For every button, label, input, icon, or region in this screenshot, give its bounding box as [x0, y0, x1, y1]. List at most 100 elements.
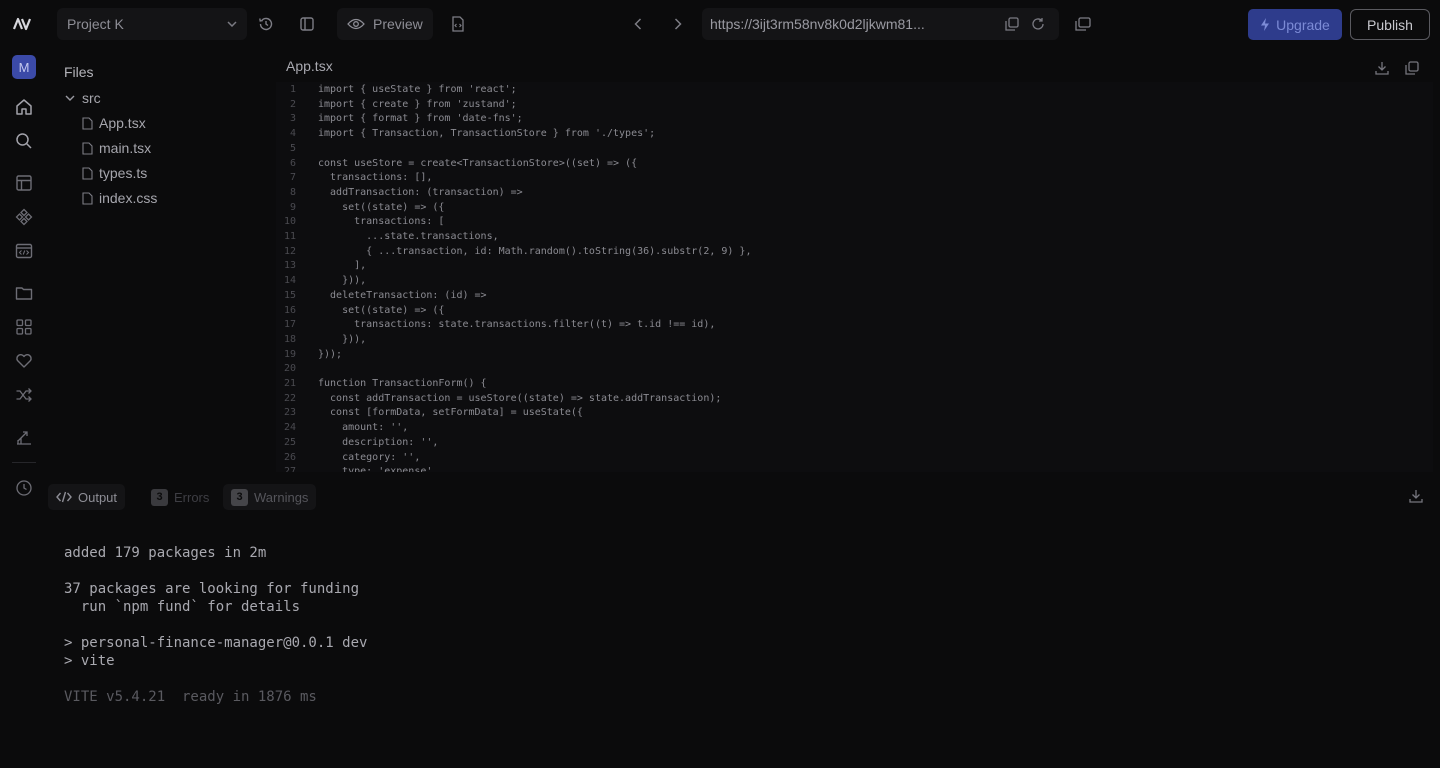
- line-number: 21: [283, 378, 296, 389]
- code-line: category: '',: [318, 451, 421, 463]
- url-text: https://3ijt3rm58nv8k0d2ljkwm81...: [710, 16, 925, 32]
- output-label: Output: [78, 489, 118, 505]
- terminal-line: VITE v5.4.21 ready in 1876 ms: [64, 689, 317, 705]
- back-arrow-icon[interactable]: [622, 8, 654, 40]
- publish-button[interactable]: Publish: [1350, 9, 1430, 40]
- preview-label: Preview: [373, 16, 423, 32]
- line-number: 7: [289, 172, 296, 184]
- code-line: import { format } from 'date-fns';: [318, 113, 523, 125]
- apps-grid-icon[interactable]: [12, 315, 36, 339]
- code-editor[interactable]: App.tsx 1 import { useState } from 'react…: [276, 56, 1433, 472]
- lightning-icon: [1260, 18, 1270, 31]
- file-name: index.css: [99, 190, 158, 206]
- refresh-icon[interactable]: [1025, 17, 1051, 31]
- search-icon[interactable]: [12, 129, 36, 153]
- line-number: 5: [289, 142, 296, 154]
- line-number: 11: [283, 231, 296, 242]
- shuffle-icon[interactable]: [12, 383, 36, 407]
- code-area[interactable]: 1 import { useState } from 'react'; 2 impor…: [276, 82, 1433, 472]
- forward-arrow-icon[interactable]: [662, 8, 694, 40]
- files-title: Files: [64, 64, 94, 80]
- code-line: transactions: [: [318, 216, 445, 228]
- line-number: 6: [289, 157, 296, 169]
- line-number: 8: [289, 186, 296, 198]
- folder-label: src: [82, 90, 101, 106]
- file-item[interactable]: types.ts: [82, 163, 147, 183]
- home-icon[interactable]: [12, 95, 36, 119]
- terminal-output: added 179 packages in 2m 37 packages are…: [64, 544, 367, 706]
- chevron-down-icon: [64, 92, 76, 104]
- file-icon: [82, 166, 93, 180]
- code-line: import { useState } from 'react';: [318, 84, 517, 95]
- code-line: set((state) => ({: [318, 304, 445, 316]
- table-icon[interactable]: [12, 171, 36, 195]
- line-number: 16: [283, 304, 296, 316]
- line-number: 22: [283, 392, 296, 404]
- upgrade-button[interactable]: Upgrade: [1248, 9, 1342, 40]
- file-icon: [82, 191, 93, 205]
- top-bar: Project K Preview https://3ijt3rm58nv8k0…: [0, 0, 1440, 48]
- line-number: 18: [283, 333, 296, 345]
- code-line: { ...transaction, id: Math.random().toSt…: [318, 245, 752, 257]
- avatar[interactable]: M: [12, 55, 36, 79]
- line-number: 10: [283, 216, 296, 228]
- download-icon[interactable]: [1406, 486, 1426, 506]
- code-window-icon[interactable]: [12, 239, 36, 263]
- file-icon: [82, 116, 93, 130]
- copy-icon[interactable]: [999, 17, 1025, 31]
- history-icon[interactable]: [250, 8, 282, 40]
- download-icon[interactable]: [1372, 58, 1392, 78]
- file-code-icon[interactable]: [442, 8, 474, 40]
- file-name: App.tsx: [99, 115, 146, 131]
- components-icon[interactable]: [12, 205, 36, 229]
- code-line: transactions: [],: [318, 172, 433, 184]
- file-name: main.tsx: [99, 140, 152, 156]
- line-number: 1: [289, 84, 296, 95]
- line-number: 12: [283, 245, 296, 257]
- chevron-down-icon: [227, 21, 237, 27]
- file-item[interactable]: main.tsx: [82, 138, 151, 158]
- tab-warnings[interactable]: 3 Warnings: [223, 484, 317, 510]
- eye-icon: [347, 18, 365, 30]
- folder-src[interactable]: src: [64, 88, 101, 108]
- code-line: })),: [318, 333, 367, 345]
- project-selector[interactable]: Project K: [57, 8, 247, 40]
- file-name: types.ts: [99, 165, 148, 181]
- line-number: 3: [289, 113, 296, 125]
- warnings-label: Warnings: [254, 489, 309, 505]
- deploy-icon[interactable]: [12, 425, 36, 449]
- history-icon[interactable]: [12, 476, 36, 500]
- open-new-window-icon[interactable]: [1067, 8, 1099, 40]
- heart-icon[interactable]: [12, 349, 36, 373]
- errors-count: 3: [151, 488, 168, 506]
- line-number: 23: [283, 407, 296, 419]
- sidebar-toggle-icon[interactable]: [291, 8, 323, 40]
- line-number: 2: [289, 98, 296, 110]
- folder-icon[interactable]: [12, 281, 36, 305]
- line-number: 15: [283, 289, 296, 301]
- line-number: 19: [283, 348, 296, 360]
- terminal-line: > personal-finance-manager@0.0.1 dev: [64, 635, 368, 651]
- copy-icon[interactable]: [1402, 58, 1422, 78]
- file-item[interactable]: App.tsx: [82, 113, 146, 133]
- code-line: })),: [318, 275, 367, 287]
- line-number: 24: [283, 422, 296, 434]
- warnings-count: 3: [231, 488, 248, 506]
- code-line: set((state) => ({: [318, 201, 445, 213]
- tab-errors[interactable]: 3 Errors: [143, 484, 217, 510]
- bolt-logo[interactable]: [12, 12, 36, 36]
- code-brackets-icon: [56, 491, 72, 503]
- code-line: addTransaction: (transaction) =>: [318, 186, 523, 198]
- preview-url-bar[interactable]: https://3ijt3rm58nv8k0d2ljkwm81...: [702, 8, 1059, 40]
- tab-output[interactable]: Output: [48, 484, 126, 510]
- file-item[interactable]: index.css: [82, 188, 157, 208]
- sidebar-divider: [12, 462, 36, 463]
- errors-label: Errors: [174, 489, 210, 505]
- code-line: function TransactionForm() {: [318, 378, 487, 389]
- editor-tab[interactable]: App.tsx: [286, 58, 333, 74]
- preview-button[interactable]: Preview: [337, 8, 433, 40]
- project-name: Project K: [67, 16, 124, 32]
- code-line: }));: [318, 348, 343, 360]
- code-line: import { create } from 'zustand';: [318, 98, 517, 110]
